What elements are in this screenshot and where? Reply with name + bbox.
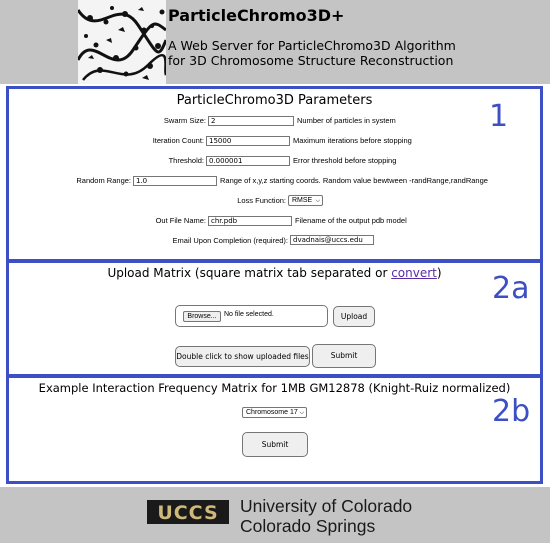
example-submit-button[interactable]: Submit — [242, 432, 308, 457]
file-picker[interactable]: Browse... No file selected. — [175, 305, 328, 327]
upload-title-suffix: ) — [436, 266, 442, 280]
site-subtitle-line1: A Web Server for ParticleChromo3D Algori… — [168, 38, 456, 53]
show-uploaded-files-button[interactable]: Double click to show uploaded files — [175, 346, 310, 367]
swarm-size-input[interactable] — [208, 116, 294, 126]
upload-panel: Upload Matrix (square matrix tab separat… — [6, 260, 543, 377]
loss-function-select[interactable]: RMSE ⌵ — [288, 195, 323, 206]
out-file-desc: Filename of the output pdb model — [295, 216, 407, 225]
panel-number-2b: 2b — [492, 394, 531, 429]
email-input[interactable] — [290, 235, 374, 245]
swarm-size-desc: Number of particles in system — [297, 116, 396, 125]
random-range-label: Random Range: — [76, 176, 131, 185]
chromosome-value: Chromosome 17 — [246, 409, 298, 416]
site-subtitle: A Web Server for ParticleChromo3D Algori… — [168, 38, 468, 68]
threshold-input[interactable] — [206, 156, 290, 166]
browse-button[interactable]: Browse... — [183, 311, 221, 322]
random-range-desc: Range of x,y,z starting coords. Random v… — [220, 176, 488, 185]
loss-function-label: Loss Function: — [237, 196, 286, 205]
chevron-down-icon: ⌵ — [299, 410, 304, 416]
upload-button[interactable]: Upload — [333, 306, 375, 327]
university-name: University of Colorado Colorado Springs — [240, 496, 412, 536]
uccs-logo-text: UCCS — [157, 502, 218, 524]
site-subtitle-line2: for 3D Chromosome Structure Reconstructi… — [168, 53, 454, 68]
panel-number-1: 1 — [489, 99, 509, 134]
convert-link[interactable]: convert — [391, 266, 437, 280]
iteration-count-input[interactable] — [206, 136, 290, 146]
upload-submit-button[interactable]: Submit — [312, 344, 376, 368]
site-title: ParticleChromo3D+ — [168, 6, 345, 25]
header: ParticleChromo3D+ A Web Server for Parti… — [0, 0, 550, 84]
threshold-desc: Error threshold before stopping — [293, 156, 397, 165]
panel-number-2a: 2a — [492, 271, 530, 306]
file-status: No file selected. — [224, 311, 274, 318]
footer: UCCS University of Colorado Colorado Spr… — [0, 487, 550, 543]
parameters-title: ParticleChromo3D Parameters — [176, 93, 373, 108]
out-file-label: Out File Name: — [155, 216, 206, 225]
swarm-size-label: Swarm Size: — [163, 116, 206, 125]
email-label: Email Upon Completion (required): — [172, 236, 288, 245]
loss-function-value: RMSE — [292, 197, 313, 204]
iteration-count-label: Iteration Count: — [152, 136, 204, 145]
parameters-panel: ParticleChromo3D Parameters 1 Swarm Size… — [6, 86, 543, 262]
iteration-count-desc: Maximum iterations before stopping — [293, 136, 412, 145]
upload-title: Upload Matrix (square matrix tab separat… — [9, 266, 540, 280]
random-range-input[interactable] — [133, 176, 217, 186]
out-file-input[interactable] — [208, 216, 292, 226]
example-title: Example Interaction Frequency Matrix for… — [38, 381, 511, 395]
upload-title-prefix: Upload Matrix (square matrix tab separat… — [107, 266, 392, 280]
chromosome-select[interactable]: Chromosome 17 ⌵ — [242, 407, 307, 418]
university-line1: University of Colorado — [240, 496, 413, 516]
example-panel: Example Interaction Frequency Matrix for… — [6, 375, 543, 484]
site-logo-image — [78, 0, 166, 84]
university-line2: Colorado Springs — [240, 516, 376, 536]
threshold-label: Threshold: — [168, 156, 204, 165]
chevron-down-icon: ⌵ — [315, 198, 320, 204]
uccs-logo: UCCS — [147, 500, 229, 524]
